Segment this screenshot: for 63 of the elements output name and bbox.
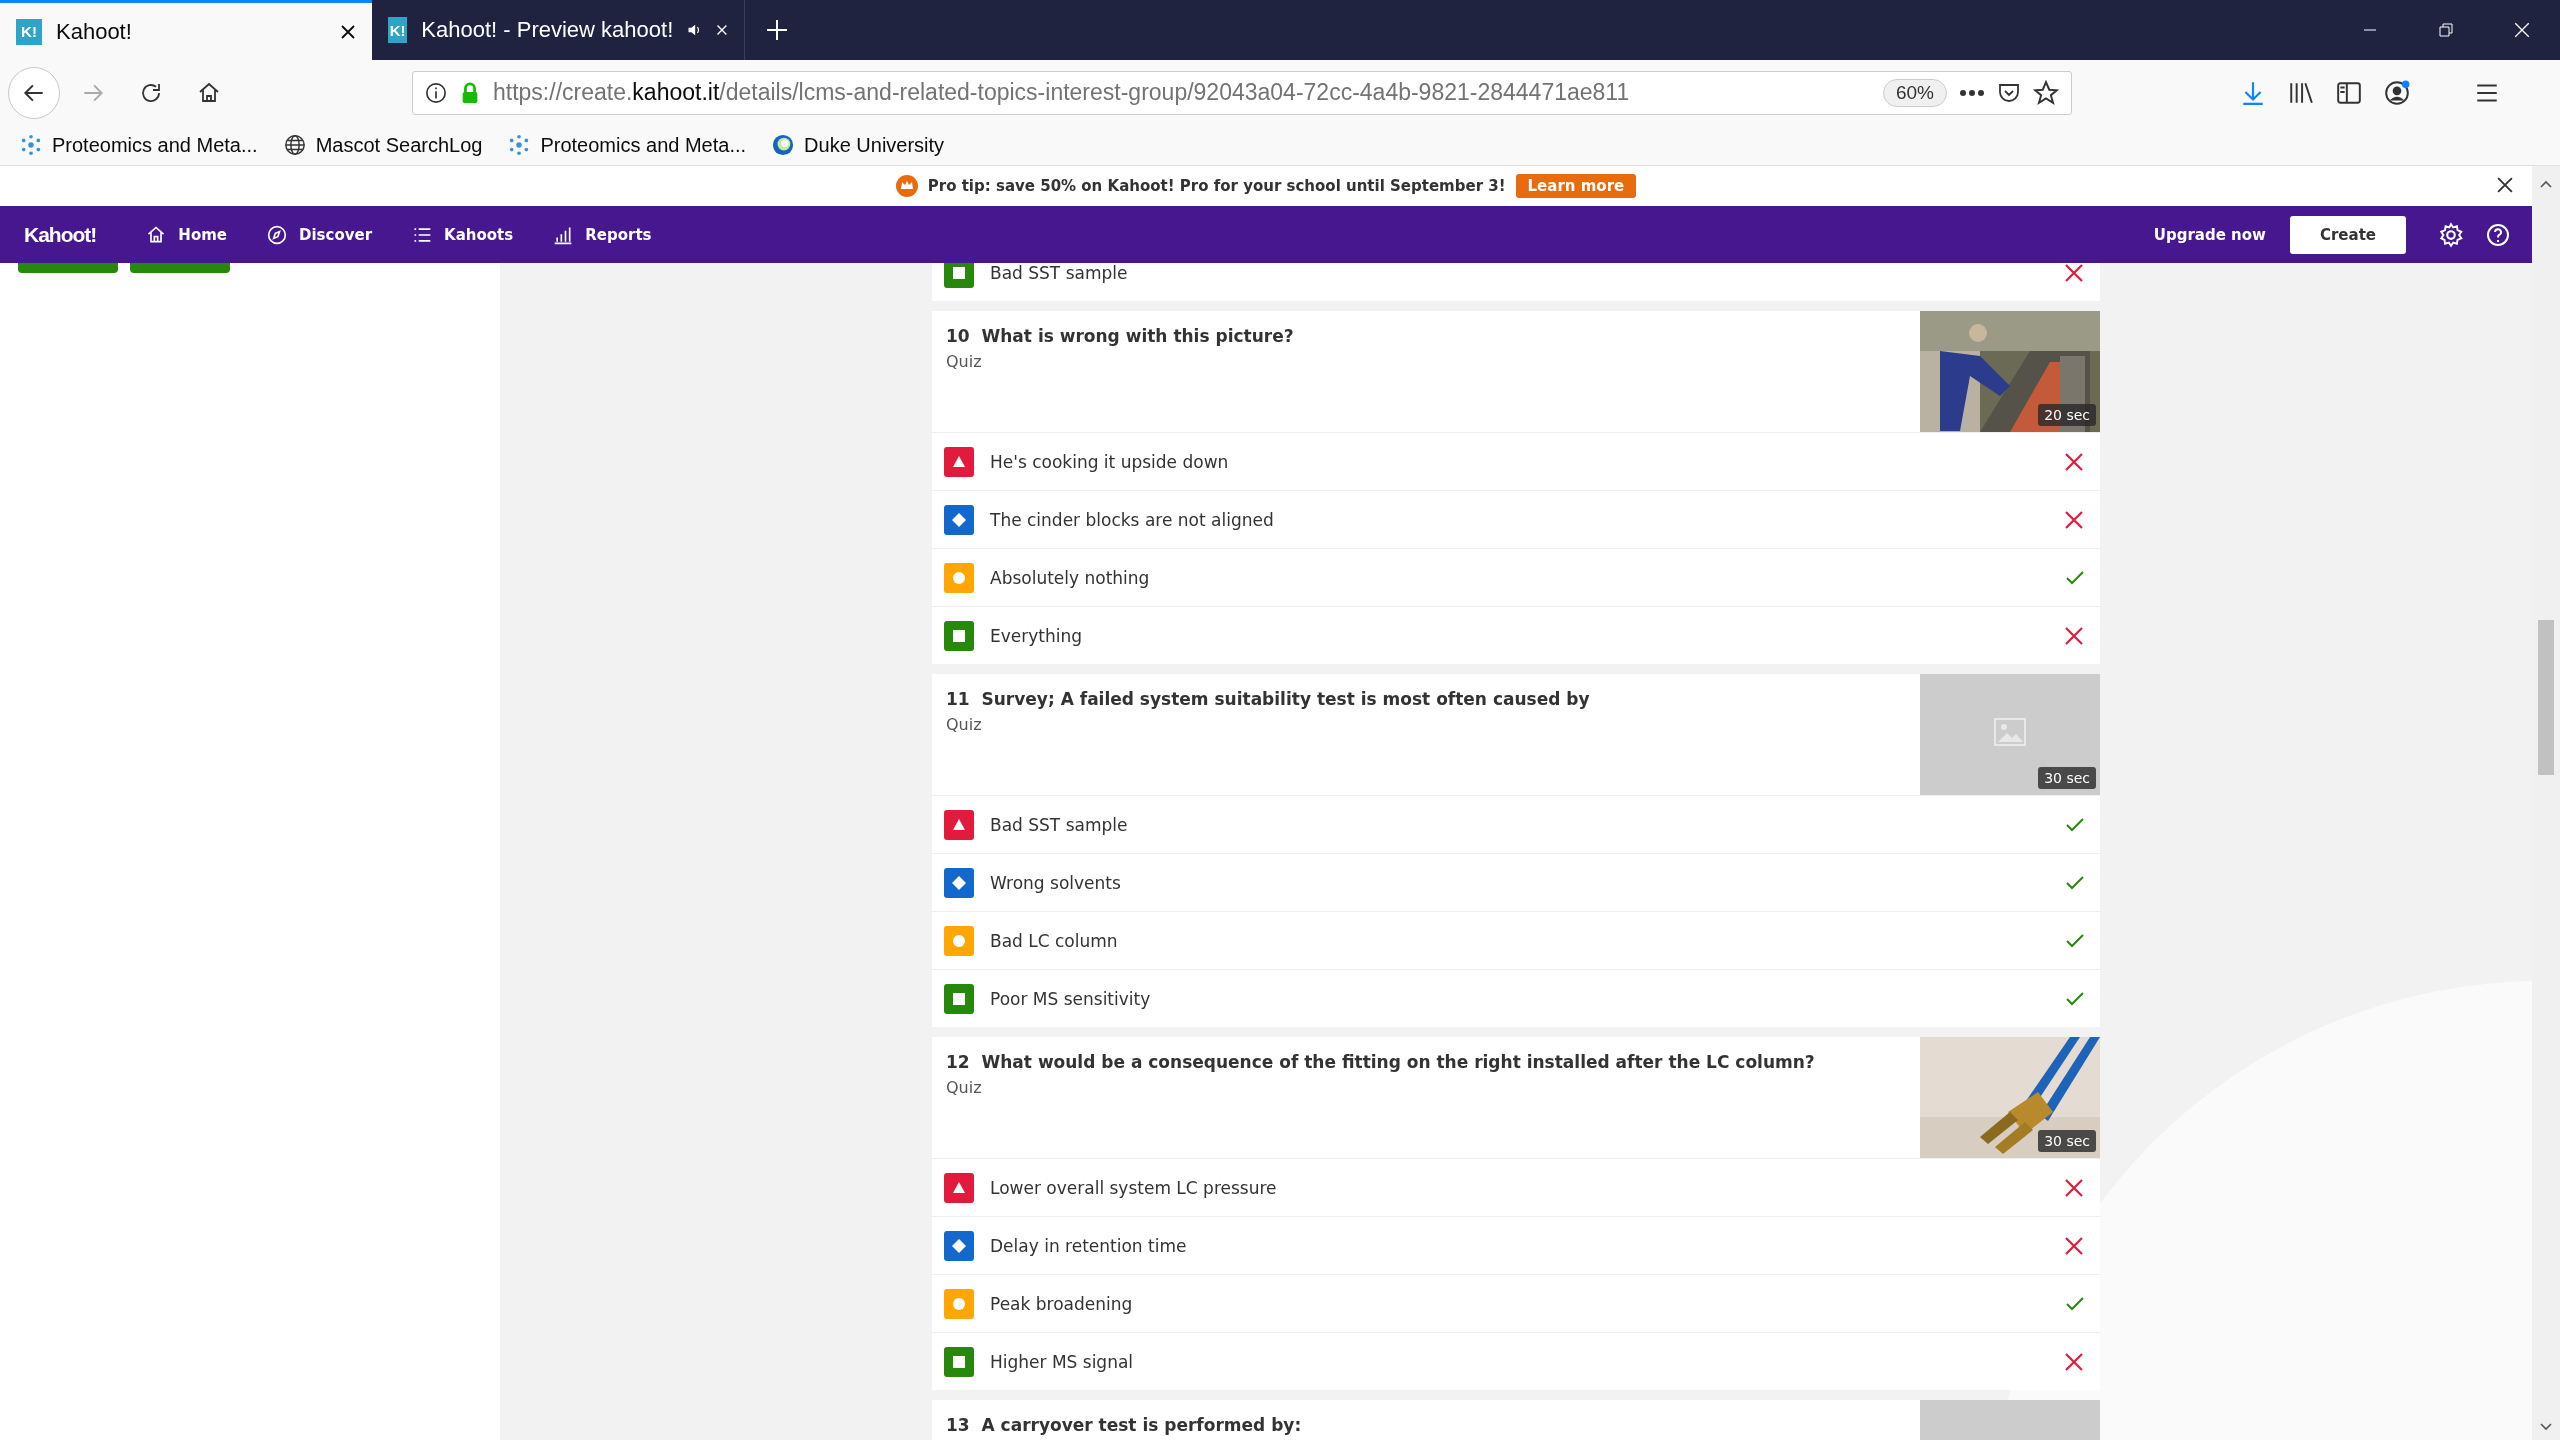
download-icon xyxy=(2240,79,2266,106)
account-icon xyxy=(2384,79,2410,106)
restore-icon[interactable] xyxy=(2438,22,2454,38)
question-title: 11 Survey; A failed system suitability test is most often caused by xyxy=(946,689,1591,709)
image-icon xyxy=(1994,718,2026,746)
answer-text: Wrong solvents xyxy=(990,872,1122,893)
more-icon[interactable] xyxy=(1959,88,1985,97)
sidebar-icon xyxy=(2336,79,2362,106)
answer-text: Lower overall system LC pressure xyxy=(990,1177,1278,1198)
answer-text: Higher MS signal xyxy=(990,1351,1135,1372)
snowflake-icon xyxy=(20,134,42,156)
settings-icon[interactable] xyxy=(2438,221,2464,248)
bookmark[interactable]: Proteomics and Meta... xyxy=(508,133,747,157)
nav-link[interactable]: Kahoots xyxy=(412,224,514,245)
bookmark[interactable]: Duke University xyxy=(772,133,945,157)
time-badge: 30 sec xyxy=(2038,1130,2096,1152)
bookmark[interactable]: Mascot SearchLog xyxy=(283,133,483,157)
time-badge: 30 sec xyxy=(2038,767,2096,789)
zoom-level[interactable]: 60% xyxy=(1882,78,1947,107)
answer-text: Bad LC column xyxy=(990,930,1119,951)
browser-tab[interactable]: K! Kahoot! - Preview kahoot! xyxy=(372,0,744,60)
answer-text: Bad SST sample xyxy=(990,263,1129,283)
info-icon xyxy=(425,81,447,104)
question-type: Quiz xyxy=(946,1078,983,1097)
banner-text: Pro tip: save 50% on Kahoot! Pro for your school until September 3! xyxy=(927,177,1506,195)
question-type: Quiz xyxy=(946,715,983,734)
answer-text: Delay in retention time xyxy=(990,1235,1188,1256)
answer-text: Peak broadening xyxy=(990,1293,1134,1314)
close-icon[interactable] xyxy=(340,23,356,40)
answer-text: Poor MS sensitivity xyxy=(990,988,1152,1009)
question-title: 12 What would be a consequence of the fitting on the right installed after the LC column? xyxy=(946,1052,1816,1072)
address-bar[interactable]: https://create.kahoot.it/details/lcms-and-related-topics-interest-group/92043a04-72cc-4a4b-9821-2844471ae811 60% xyxy=(412,70,2072,115)
answer-text: He's cooking it upside down xyxy=(990,451,1230,472)
bookmark[interactable]: Proteomics and Meta... xyxy=(20,133,258,157)
question-title: 10 What is wrong with this picture? xyxy=(946,326,1295,346)
tab-favicon: K! xyxy=(16,18,42,45)
circle-logo-icon xyxy=(772,134,795,156)
tab-favicon: K! xyxy=(388,17,408,43)
time-badge: 20 sec xyxy=(2038,404,2096,426)
scrollbar-thumb[interactable] xyxy=(2538,620,2554,775)
home-icon xyxy=(146,224,167,245)
star-icon xyxy=(2033,79,2059,106)
nav-link[interactable]: Home xyxy=(146,224,227,245)
nav-link[interactable]: Discover xyxy=(267,224,373,245)
snowflake-icon xyxy=(508,134,531,156)
upgrade-link[interactable]: Upgrade now xyxy=(2153,225,2266,244)
answer-text: Absolutely nothing xyxy=(990,567,1151,588)
globe-icon xyxy=(283,134,306,156)
browser-tab[interactable]: K! Kahoot! xyxy=(0,0,372,60)
question-title: 13 A carryover test is performed by: xyxy=(946,1415,1303,1435)
nav-link[interactable]: Reports xyxy=(553,224,652,245)
logo[interactable]: Kahoot! xyxy=(24,222,97,247)
answer-text: The cinder blocks are not aligned xyxy=(990,509,1275,530)
answer-text: Everything xyxy=(990,625,1084,646)
home-icon[interactable] xyxy=(197,80,221,105)
create-button[interactable]: Create xyxy=(2289,215,2406,254)
crown-icon xyxy=(895,175,918,197)
answer-text: Bad SST sample xyxy=(990,814,1129,835)
plus-icon[interactable] xyxy=(765,18,789,42)
compass-icon xyxy=(267,224,287,245)
question-type: Quiz xyxy=(946,352,983,371)
url-text: https://create.kahoot.it/details/lcms-and-related-topics-interest-group/92043a04-72cc-4a4b-9821-2844471ae811 xyxy=(493,79,1631,106)
help-icon[interactable] xyxy=(2486,222,2510,247)
